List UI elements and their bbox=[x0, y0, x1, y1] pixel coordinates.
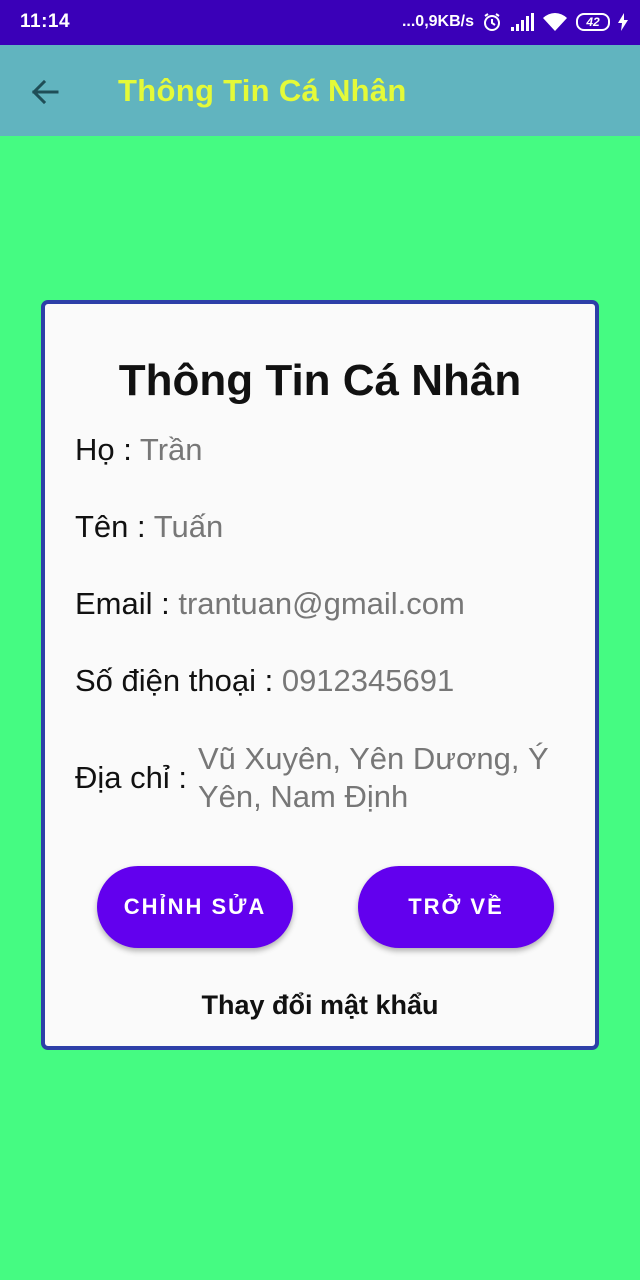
last-name-label: Họ : bbox=[75, 432, 140, 467]
phone-label: Số điện thoại : bbox=[75, 663, 282, 698]
app-bar: Thông Tin Cá Nhân bbox=[0, 45, 640, 136]
card-title: Thông Tin Cá Nhân bbox=[118, 356, 522, 405]
first-name-row: Tên : Tuấn bbox=[75, 509, 223, 545]
wifi-icon bbox=[542, 12, 568, 32]
change-password-link[interactable]: Thay đổi mật khẩu bbox=[45, 990, 595, 1021]
status-time: 11:14 bbox=[20, 11, 71, 32]
email-value: trantuan@gmail.com bbox=[178, 586, 465, 621]
arrow-left-icon[interactable] bbox=[30, 77, 60, 107]
battery-icon: 42 bbox=[576, 13, 610, 31]
back-button[interactable]: TRỞ VỀ bbox=[358, 866, 554, 948]
email-row: Email : trantuan@gmail.com bbox=[75, 586, 465, 622]
network-speed: ...0,9KB/s bbox=[401, 13, 474, 30]
alarm-icon bbox=[482, 12, 502, 32]
first-name-value: Tuấn bbox=[153, 509, 224, 544]
first-name-label: Tên : bbox=[75, 509, 154, 544]
app-bar-title: Thông Tin Cá Nhân bbox=[118, 73, 407, 108]
address-label: Địa chỉ : bbox=[75, 760, 187, 795]
profile-card: Thông Tin Cá Nhân Họ : Trần Tên : Tuấn E… bbox=[41, 300, 599, 1050]
charging-icon bbox=[618, 13, 628, 31]
status-icons: ...0,9KB/s 42 bbox=[402, 10, 628, 34]
last-name-value: Trần bbox=[139, 432, 203, 467]
phone-row: Số điện thoại : 0912345691 bbox=[75, 663, 454, 699]
address-value: Vũ Xuyên, Yên Dương, Ý Yên, Nam Định bbox=[198, 741, 549, 814]
email-label: Email : bbox=[75, 586, 179, 621]
battery-level: 42 bbox=[586, 15, 600, 29]
phone-value: 0912345691 bbox=[281, 663, 455, 698]
edit-button[interactable]: CHỈNH SỬA bbox=[97, 866, 293, 948]
status-bar: 11:14 ...0,9KB/s 42 bbox=[0, 0, 640, 45]
last-name-row: Họ : Trần bbox=[75, 432, 203, 468]
signal-icon bbox=[510, 13, 534, 31]
